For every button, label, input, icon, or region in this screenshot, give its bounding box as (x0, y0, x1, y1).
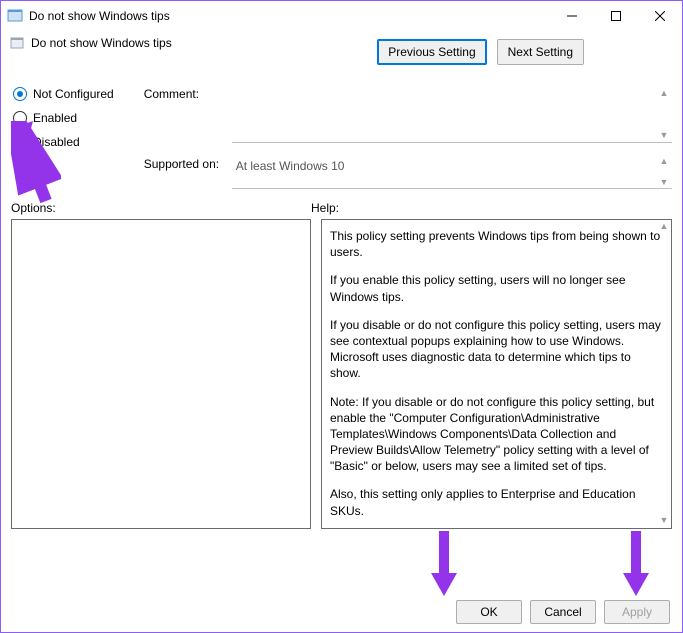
help-text: Note: If you disable or do not configure… (330, 394, 661, 475)
scroll-down-icon[interactable]: ▼ (658, 129, 670, 141)
ok-button[interactable]: OK (456, 600, 522, 624)
help-text: If you disable or do not configure this … (330, 317, 661, 382)
apply-button[interactable]: Apply (604, 600, 670, 624)
comment-textarea[interactable]: ▲ ▼ (232, 85, 672, 143)
help-text: Also, this setting only applies to Enter… (330, 486, 661, 518)
radio-label: Not Configured (33, 87, 114, 101)
state-radio-group: Not Configured Enabled Disabled (13, 85, 114, 189)
scroll-up-icon[interactable]: ▲ (658, 87, 670, 99)
scroll-down-icon[interactable]: ▼ (658, 514, 670, 526)
scroll-down-icon[interactable]: ▼ (658, 176, 670, 188)
annotation-arrow-icon (429, 531, 459, 596)
policy-window: Do not show Windows tips Do not show Win… (0, 0, 683, 633)
header-row: Do not show Windows tips Previous Settin… (1, 31, 682, 65)
window-title: Do not show Windows tips (29, 9, 550, 23)
maximize-button[interactable] (594, 1, 638, 31)
help-text: If you enable this policy setting, users… (330, 272, 661, 304)
radio-not-configured[interactable]: Not Configured (13, 87, 114, 101)
policy-name: Do not show Windows tips (31, 36, 172, 50)
help-text: This policy setting prevents Windows tip… (330, 228, 661, 260)
radio-circle-icon (13, 111, 27, 125)
close-button[interactable] (638, 1, 682, 31)
policy-icon-small (9, 35, 25, 51)
radio-circle-icon (13, 87, 27, 101)
options-panel (11, 219, 311, 529)
radio-disabled[interactable]: Disabled (13, 135, 114, 149)
help-label: Help: (311, 201, 672, 215)
radio-label: Disabled (33, 135, 80, 149)
cancel-button[interactable]: Cancel (530, 600, 596, 624)
next-setting-button[interactable]: Next Setting (497, 39, 584, 65)
supported-on-field: At least Windows 10 ▲ ▼ (232, 155, 672, 189)
supported-label: Supported on: (144, 155, 224, 189)
minimize-button[interactable] (550, 1, 594, 31)
policy-icon (7, 8, 23, 24)
help-panel: This policy setting prevents Windows tip… (321, 219, 672, 529)
annotation-arrow-icon (621, 531, 651, 596)
comment-label: Comment: (144, 85, 224, 143)
radio-enabled[interactable]: Enabled (13, 111, 114, 125)
previous-setting-button[interactable]: Previous Setting (377, 39, 486, 65)
titlebar: Do not show Windows tips (1, 1, 682, 31)
scroll-up-icon[interactable]: ▲ (658, 220, 670, 232)
window-controls (550, 1, 682, 31)
options-label: Options: (11, 201, 311, 215)
radio-label: Enabled (33, 111, 77, 125)
radio-circle-icon (13, 135, 27, 149)
supported-on-text: At least Windows 10 (236, 159, 345, 173)
scroll-up-icon[interactable]: ▲ (658, 155, 670, 167)
